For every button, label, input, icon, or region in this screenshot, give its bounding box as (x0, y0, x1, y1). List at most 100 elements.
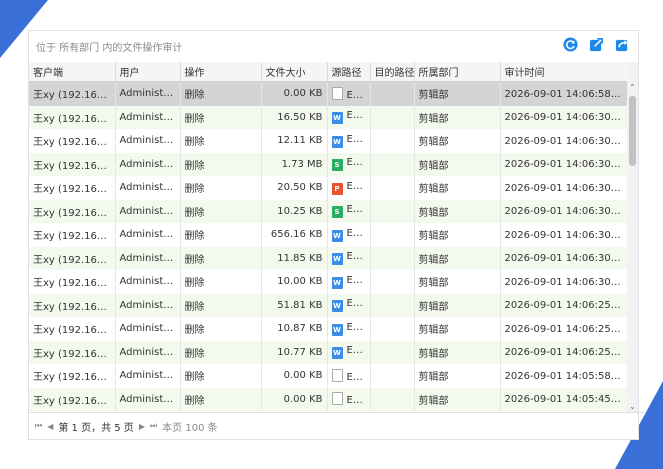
col-header-audit-time[interactable]: 审计时间 (500, 62, 627, 82)
audit-time-text: 2026-09-01 14:06:58 (504, 88, 611, 100)
cell-user: Administra... (115, 105, 181, 129)
table-row[interactable]: 王xy (192.168.3... Administra... 删除 0.00 KB E… (29, 364, 627, 388)
col-header-file-size[interactable]: 文件大小 (261, 62, 328, 82)
audit-grid: 客户端 用户 操作 文件大小 源路径 目的路径 所属部门 审计时间 王xy (1… (29, 62, 638, 413)
cell-client: 王xy (192.168.3... (29, 340, 116, 364)
cell-operation: 删除 (180, 270, 262, 294)
cell-user: Administra... (115, 387, 181, 411)
cell-source-path: W E:\... (327, 293, 371, 317)
cell-file-size: 10.25 KB (261, 199, 328, 223)
cell-dest-path (370, 81, 415, 106)
table-row[interactable]: 王xy (192.168.3... Administra... 删除 10.25 KB… (29, 199, 627, 223)
cell-file-size: 51.81 KB (261, 293, 328, 317)
cell-audit-time: 2026-09-01 14:06:30 (500, 176, 627, 200)
cell-department: 剪辑部 (414, 270, 501, 294)
table-row[interactable]: 王xy (192.168.3... Administra... 删除 10.87 KB… (29, 317, 627, 341)
table-row[interactable]: 王xy (192.168.3... Administra... 删除 51.81 KB… (29, 293, 627, 317)
cell-dest-path (370, 340, 415, 364)
last-page-icon[interactable]: ⏭ (150, 421, 157, 431)
prev-page-icon[interactable]: ◀ (47, 422, 53, 431)
source-path-text: E:\... (346, 298, 370, 310)
word-file-icon: W (331, 300, 343, 313)
refresh-icon[interactable] (563, 37, 578, 52)
scroll-thumb[interactable] (629, 96, 636, 166)
cell-dest-path (370, 317, 415, 341)
cell-source-path: W E:\... (327, 105, 371, 129)
table-row[interactable]: 王xy (192.168.3... Administra... 删除 12.11 KB… (29, 129, 627, 153)
cell-dest-path (370, 246, 415, 270)
table-row[interactable]: 王xy (192.168.3... Administra... 删除 0.00 KB E… (29, 81, 627, 106)
audit-time-text: 2026-09-01 14:06:30 (504, 229, 611, 241)
cell-file-size: 10.77 KB (261, 340, 328, 364)
table-row[interactable]: 王xy (192.168.3... Administra... 删除 10.77 KB… (29, 340, 627, 364)
cell-client: 王xy (192.168.3... (29, 317, 116, 341)
cell-audit-time: 2026-09-01 14:06:30 (500, 270, 627, 294)
source-path-text: E:\... (346, 395, 370, 407)
word-file-icon: W (331, 253, 343, 266)
table-row[interactable]: 王xy (192.168.3... Administra... 删除 0.00 KB E… (29, 387, 627, 411)
cell-operation: 删除 (180, 129, 262, 153)
col-header-operation[interactable]: 操作 (180, 62, 262, 82)
cell-user: Administra... (115, 129, 181, 153)
cell-user: Administra... (115, 364, 181, 388)
scroll-up-icon[interactable]: ⌃ (627, 82, 638, 94)
cell-dest-path (370, 176, 415, 200)
col-header-user[interactable]: 用户 (115, 62, 181, 82)
col-header-dest-path[interactable]: 目的路径 (370, 62, 415, 82)
col-header-source-path[interactable]: 源路径 (327, 62, 371, 82)
cell-operation: 删除 (180, 105, 262, 129)
audit-time-text: 2026-09-01 14:06:25 (504, 300, 611, 312)
word-file-icon: W (331, 347, 343, 360)
cell-department: 剪辑部 (414, 152, 501, 176)
share-icon[interactable] (615, 37, 630, 52)
cell-source-path: E:\... (327, 364, 371, 388)
source-path-text: E:\... (346, 133, 370, 145)
audit-time-text: 2026-09-01 14:06:25 (504, 347, 611, 359)
cell-audit-time: 2026-09-01 14:06:30 (500, 246, 627, 270)
cell-user: Administra... (115, 81, 181, 106)
source-path-text: E:\... (346, 180, 370, 192)
table-row[interactable]: 王xy (192.168.3... Administra... 删除 16.50 KB… (29, 105, 627, 129)
table-row[interactable]: 王xy (192.168.3... Administra... 删除 10.00 KB… (29, 270, 627, 294)
cell-department: 剪辑部 (414, 246, 501, 270)
table-body: 王xy (192.168.3... Administra... 删除 0.00 KB E… (29, 81, 627, 411)
audit-time-text: 2026-09-01 14:06:30 (504, 135, 611, 147)
table-row[interactable]: 王xy (192.168.3... Administra... 删除 1.73 MB S… (29, 152, 627, 176)
cell-client: 王xy (192.168.3... (29, 129, 116, 153)
next-page-icon[interactable]: ▶ (139, 422, 145, 431)
page-count: 本页 100 条 (162, 422, 218, 434)
cell-file-size: 656.16 KB (261, 223, 328, 247)
cell-file-size: 10.87 KB (261, 317, 328, 341)
first-page-icon[interactable]: ⏮ (35, 421, 42, 431)
cell-operation: 删除 (180, 223, 262, 247)
col-header-department[interactable]: 所属部门 (414, 62, 501, 82)
toolbar-icons (563, 37, 630, 52)
cell-dest-path (370, 364, 415, 388)
cell-department: 剪辑部 (414, 81, 501, 106)
source-path-text: E:\... (346, 157, 370, 169)
cell-dest-path (370, 129, 415, 153)
cell-client: 王xy (192.168.3... (29, 152, 116, 176)
cell-operation: 删除 (180, 246, 262, 270)
cell-source-path: S E:\... (327, 199, 371, 223)
col-header-client[interactable]: 客户端 (29, 62, 116, 82)
table-row[interactable]: 王xy (192.168.3... Administra... 删除 656.16 K… (29, 223, 627, 247)
table-row[interactable]: 王xy (192.168.3... Administra... 删除 20.50 KB… (29, 176, 627, 200)
source-path-text: E:\... (346, 274, 370, 286)
cell-user: Administra... (115, 199, 181, 223)
export-icon[interactable] (589, 37, 604, 52)
source-path-text: E:\... (346, 251, 370, 263)
cell-user: Administra... (115, 176, 181, 200)
vertical-scrollbar[interactable]: ⌃ ⌄ (627, 62, 638, 413)
cell-client: 王xy (192.168.3... (29, 246, 116, 270)
cell-audit-time: 2026-09-01 14:06:30 (500, 152, 627, 176)
cell-client: 王xy (192.168.3... (29, 270, 116, 294)
word-file-icon: W (331, 112, 343, 125)
cell-audit-time: 2026-09-01 14:06:25 (500, 317, 627, 341)
table-row[interactable]: 王xy (192.168.3... Administra... 删除 11.85 KB… (29, 246, 627, 270)
cell-audit-time: 2026-09-01 14:06:25 (500, 293, 627, 317)
cell-user: Administra... (115, 317, 181, 341)
cell-source-path: E:\... (327, 387, 371, 411)
header-row: 客户端 用户 操作 文件大小 源路径 目的路径 所属部门 审计时间 (29, 62, 627, 82)
location-breadcrumb: 位于 所有部门 内的文件操作审计 (36, 43, 183, 54)
